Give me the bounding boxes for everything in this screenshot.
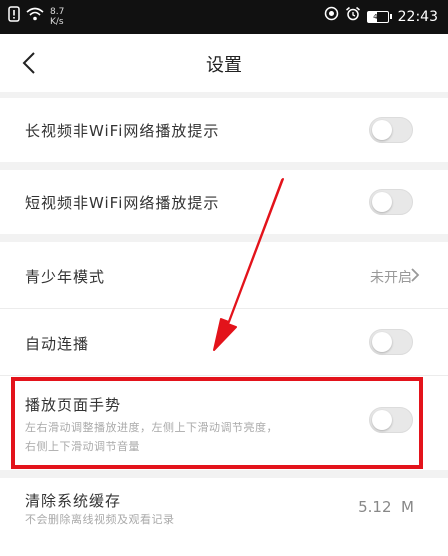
battery-level: 45 <box>373 12 383 21</box>
setting-label: 播放页面手势 <box>25 396 122 414</box>
status-bar-right: 45 22:43 <box>324 6 438 27</box>
alert-icon <box>8 6 20 28</box>
page-title: 设置 <box>206 55 242 76</box>
setting-description-line-1: 左右滑动调整播放进度，左侧上下滑动调节亮度， <box>25 421 278 434</box>
alarm-icon <box>345 6 361 27</box>
setting-description-line-2: 右侧上下滑动调节音量 <box>25 440 140 453</box>
setting-long-video-wifi: 长视频非WiFi网络播放提示 <box>0 98 448 162</box>
battery-icon: 45 <box>366 10 392 23</box>
header: 设置 <box>0 34 448 92</box>
setting-autoplay: 自动连播 <box>0 309 448 375</box>
toggle-knob <box>372 120 392 140</box>
setting-teen-mode[interactable]: 青少年模式 未开启 <box>0 242 448 308</box>
setting-label: 青少年模式 <box>25 268 106 286</box>
setting-description: 不会删除离线视频及观看记录 <box>25 513 175 526</box>
setting-label: 清除系统缓存 <box>25 492 122 510</box>
toggle-knob <box>372 332 392 352</box>
short-video-wifi-toggle[interactable] <box>369 189 413 215</box>
playback-gesture-toggle[interactable] <box>369 407 413 433</box>
setting-label: 短视频非WiFi网络播放提示 <box>25 194 220 212</box>
setting-short-video-wifi: 短视频非WiFi网络播放提示 <box>0 170 448 234</box>
teen-mode-status: 未开启 <box>370 270 412 286</box>
status-time: 22:43 <box>397 8 438 25</box>
toggle-knob <box>372 192 392 212</box>
network-speed: 8.7 K/s <box>50 7 64 27</box>
status-bar: 8.7 K/s 45 22:43 <box>0 0 448 34</box>
chevron-right-icon <box>411 268 420 282</box>
setting-playback-gesture: 播放页面手势 左右滑动调整播放进度，左侧上下滑动调节亮度， 右侧上下滑动调节音量 <box>0 376 448 470</box>
toggle-knob <box>372 410 392 430</box>
status-bar-left: 8.7 K/s <box>8 6 64 28</box>
setting-label: 自动连播 <box>25 335 90 353</box>
autoplay-toggle[interactable] <box>369 329 413 355</box>
setting-label: 长视频非WiFi网络播放提示 <box>25 122 220 140</box>
nfc-icon <box>324 6 339 27</box>
wifi-icon <box>26 7 44 27</box>
network-speed-value: 8.7 <box>50 7 65 17</box>
setting-clear-cache[interactable]: 清除系统缓存 不会删除离线视频及观看记录 5.12 M <box>0 478 448 556</box>
long-video-wifi-toggle[interactable] <box>369 117 413 143</box>
cache-size: 5.12 M <box>358 498 414 516</box>
network-speed-unit: K/s <box>50 17 64 27</box>
